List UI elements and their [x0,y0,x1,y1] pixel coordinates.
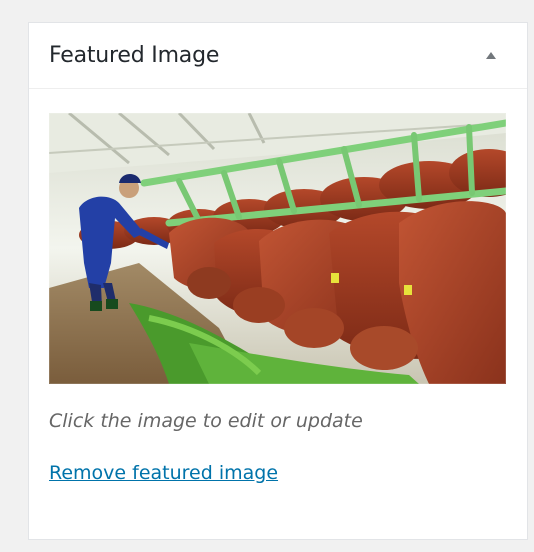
metabox-header: Featured Image [29,23,527,89]
metabox-content: Click the image to edit or update Remove… [29,113,527,484]
featured-image-photo [49,113,506,384]
featured-image-metabox: Featured Image Click the image to edit o… [28,22,528,540]
edit-image-hint: Click the image to edit or update [49,410,363,432]
metabox-title: Featured Image [49,43,220,68]
featured-image-link[interactable] [49,113,506,384]
collapse-toggle-button[interactable] [477,42,505,70]
remove-featured-image-link[interactable]: Remove featured image [49,462,278,484]
page: Featured Image Click the image to edit o… [0,0,534,552]
triangle-up-icon [486,52,496,59]
